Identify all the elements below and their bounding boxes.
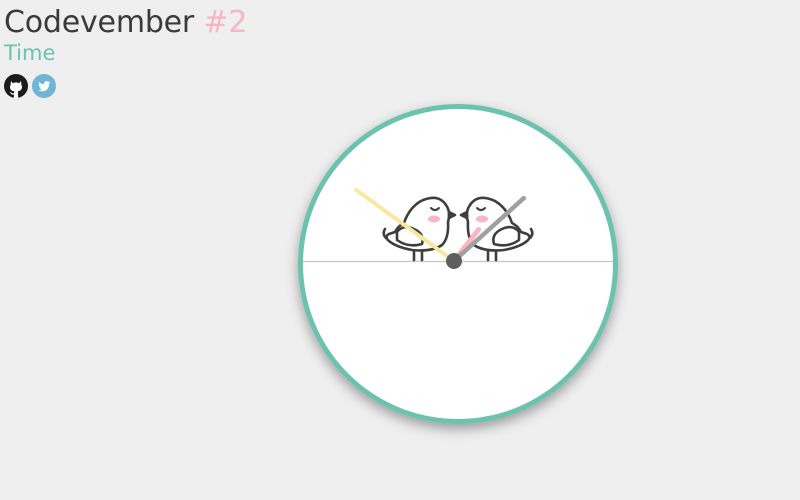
title-text: Codevember xyxy=(4,5,195,40)
twitter-icon xyxy=(32,74,56,98)
twitter-link[interactable] xyxy=(32,74,56,98)
header: Codevember #2 Time xyxy=(4,4,247,98)
github-icon xyxy=(4,74,28,98)
page-title: Codevember #2 xyxy=(4,4,247,42)
clock-svg xyxy=(298,104,618,424)
center-pin xyxy=(446,253,462,269)
title-number: #2 xyxy=(203,5,248,40)
clock xyxy=(292,98,624,430)
page-subtitle: Time xyxy=(4,41,56,65)
social-links xyxy=(4,74,247,98)
github-link[interactable] xyxy=(4,74,28,98)
